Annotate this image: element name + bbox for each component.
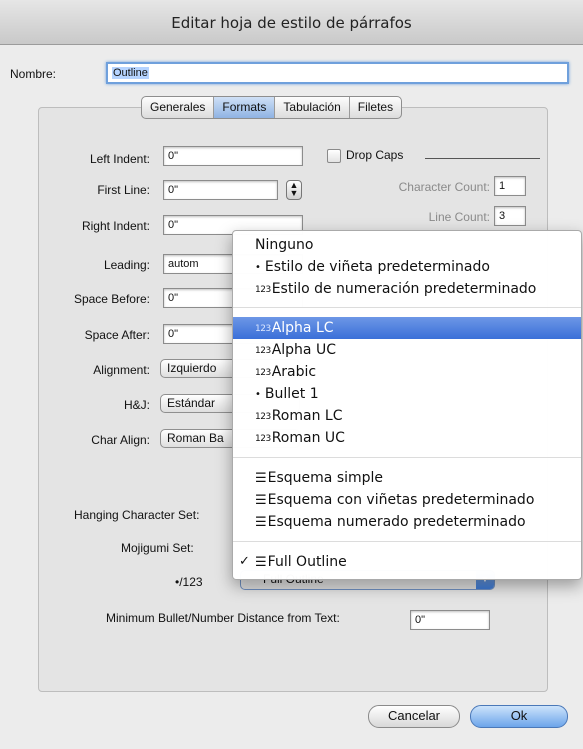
hanging-character-set-label: Hanging Character Set:: [74, 508, 200, 522]
menu-item-roman-uc[interactable]: 123Roman UC: [233, 427, 581, 449]
space-before-label: Space Before:: [73, 292, 150, 306]
name-value: Outline: [112, 67, 149, 79]
ok-button[interactable]: Ok: [470, 705, 568, 728]
outline-icon: ☰: [255, 493, 267, 508]
drop-caps-label: Drop Caps: [346, 148, 404, 162]
bullet-icon: •: [255, 262, 261, 273]
numbering-icon: 123: [255, 324, 271, 334]
numbering-icon: 123: [255, 346, 271, 356]
menu-item-esquema-simple[interactable]: ☰Esquema simple: [233, 467, 581, 489]
tab-bar: Generales Formats Tabulación Filetes: [141, 96, 403, 119]
menu-item-label: Esquema con viñetas predeterminado: [267, 492, 535, 508]
line-count-field[interactable]: 3: [494, 206, 526, 226]
name-field[interactable]: Outline: [106, 62, 569, 84]
menu-item-full-outline[interactable]: ✓ ☰Full Outline: [233, 551, 581, 573]
outline-icon: ☰: [255, 515, 267, 530]
menu-item-bullet-1[interactable]: • Bullet 1: [233, 383, 581, 405]
tab-formats[interactable]: Formats: [214, 97, 276, 118]
window-title: Editar hoja de estilo de párrafos: [171, 14, 412, 32]
menu-item-label: Esquema numerado predeterminado: [267, 514, 526, 530]
menu-item-label: Bullet 1: [264, 386, 319, 402]
menu-item-label: Arabic: [271, 364, 317, 380]
menu-item-esquema-numerado[interactable]: ☰Esquema numerado predeterminado: [233, 511, 581, 533]
char-align-label: Char Align:: [91, 433, 150, 447]
min-distance-label: Minimum Bullet/Number Distance from Text…: [106, 611, 340, 625]
alignment-label: Alignment:: [93, 363, 150, 377]
bullet-numbering-label: •/123: [175, 575, 203, 589]
left-indent-label: Left Indent:: [89, 152, 150, 166]
first-line-stepper[interactable]: ▲ ▼: [286, 180, 302, 200]
menu-separator: [233, 307, 581, 308]
bullet-icon: •: [255, 389, 261, 400]
leading-label: Leading:: [103, 258, 150, 272]
first-line-label: First Line:: [97, 183, 150, 197]
menu-separator: [233, 457, 581, 458]
menu-item-label: Estilo de viñeta predeterminado: [264, 259, 490, 275]
title-bar: Editar hoja de estilo de párrafos: [0, 0, 583, 45]
mojigumi-set-label: Mojigumi Set:: [121, 541, 194, 555]
space-after-label: Space After:: [84, 328, 150, 342]
menu-item-esquema-vinetas[interactable]: ☰Esquema con viñetas predeterminado: [233, 489, 581, 511]
numbering-icon: 123: [255, 368, 271, 378]
tab-filetes[interactable]: Filetes: [350, 97, 401, 118]
first-line-field[interactable]: 0": [163, 180, 278, 200]
checkmark-icon: ✓: [239, 554, 250, 569]
tab-tabulacion[interactable]: Tabulación: [275, 97, 350, 118]
min-distance-field[interactable]: 0": [410, 610, 490, 630]
menu-item-estilo-numeracion[interactable]: 123Estilo de numeración predeterminado: [233, 278, 581, 300]
menu-item-label: Esquema simple: [267, 470, 384, 486]
menu-item-alpha-uc[interactable]: 123Alpha UC: [233, 339, 581, 361]
menu-item-label: Full Outline: [267, 554, 347, 570]
menu-item-label: Estilo de numeración predeterminado: [271, 281, 537, 297]
menu-item-alpha-lc[interactable]: 123Alpha LC: [233, 317, 581, 339]
menu-item-ninguno[interactable]: Ninguno: [233, 234, 581, 256]
menu-separator: [233, 541, 581, 542]
menu-item-label: Alpha UC: [271, 342, 336, 358]
drop-caps-checkbox[interactable]: [327, 149, 341, 163]
menu-item-roman-lc[interactable]: 123Roman LC: [233, 405, 581, 427]
left-indent-field[interactable]: 0": [163, 146, 303, 166]
menu-item-estilo-vineta[interactable]: • Estilo de viñeta predeterminado: [233, 256, 581, 278]
drop-caps-rule: [425, 158, 540, 159]
tab-generales[interactable]: Generales: [142, 97, 215, 118]
menu-item-label: Roman LC: [271, 408, 343, 424]
menu-item-label: Ninguno: [255, 237, 314, 253]
line-count-label: Line Count:: [428, 210, 490, 224]
paragraph-style-dialog: Editar hoja de estilo de párrafos Nombre…: [0, 0, 583, 749]
menu-item-label: Alpha LC: [271, 320, 334, 336]
character-count-label: Character Count:: [398, 180, 490, 194]
numbering-icon: 123: [255, 412, 271, 422]
name-label: Nombre:: [10, 67, 57, 81]
right-indent-label: Right Indent:: [81, 219, 150, 233]
cancel-button[interactable]: Cancelar: [368, 705, 460, 728]
hj-label: H&J:: [123, 398, 150, 412]
bullet-style-menu: Ninguno • Estilo de viñeta predeterminado…: [232, 230, 582, 580]
outline-icon: ☰: [255, 555, 267, 570]
character-count-field[interactable]: 1: [494, 176, 526, 196]
numbering-icon: 123: [255, 285, 271, 295]
outline-icon: ☰: [255, 471, 267, 486]
numbering-icon: 123: [255, 434, 271, 444]
menu-item-arabic[interactable]: 123Arabic: [233, 361, 581, 383]
menu-item-label: Roman UC: [271, 430, 345, 446]
